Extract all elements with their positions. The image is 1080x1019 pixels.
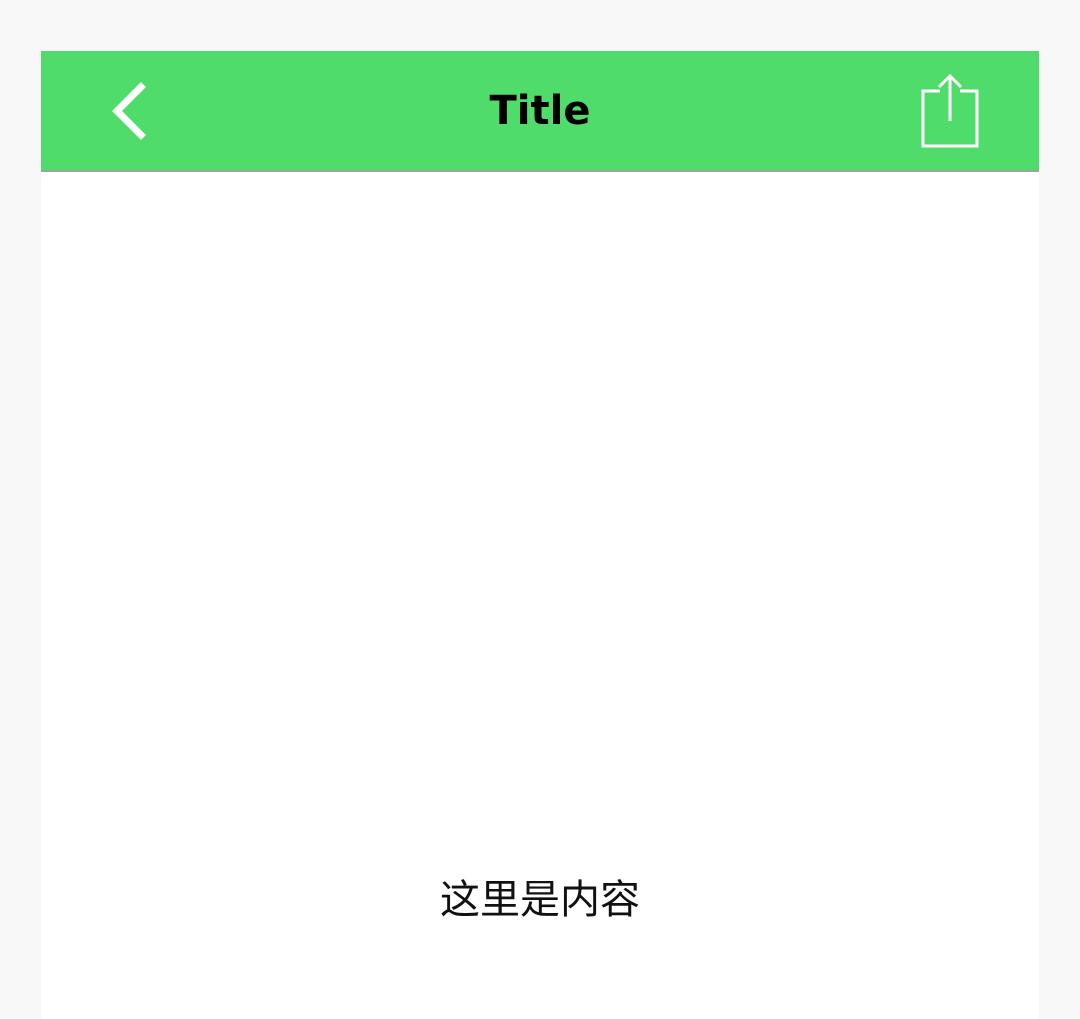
app-bar: Title	[41, 51, 1039, 172]
back-button[interactable]	[97, 79, 161, 143]
back-chevron-icon	[112, 82, 146, 140]
content-area: 这里是内容	[41, 172, 1039, 1019]
content-text: 这里是内容	[440, 877, 640, 923]
app-screen: Title 这里是内容	[41, 51, 1039, 1019]
share-button[interactable]	[913, 69, 987, 153]
share-icon	[921, 73, 979, 148]
page-title: Title	[489, 87, 591, 134]
